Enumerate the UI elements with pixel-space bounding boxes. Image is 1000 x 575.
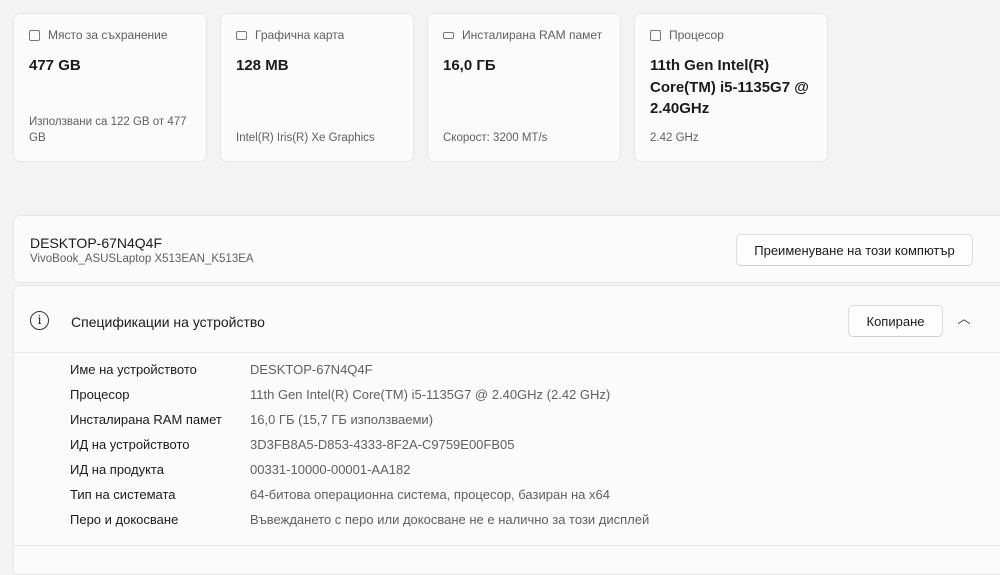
chevron-up-icon[interactable]: ︿ <box>954 308 974 328</box>
spec-value: 16,0 ГБ (15,7 ГБ използваеми) <box>250 412 434 427</box>
card-value: 11th Gen Intel(R) Core(TM) i5-1135G7 @ 2… <box>650 57 809 117</box>
specs-title: Спецификации на устройство <box>71 314 265 330</box>
spec-row: ИД на устройството 3D3FB8A5-D853-4333-8F2… <box>70 437 515 457</box>
spec-row: ИД на продукта 00331-10000-00001-AA182 <box>70 462 410 482</box>
card-subtitle: Скорост: 3200 MT/s <box>443 132 548 144</box>
spec-value: 11th Gen Intel(R) Core(TM) i5-1135G7 @ 2… <box>250 387 611 402</box>
card-subtitle: Използвани са 122 GB от 477 GB <box>29 116 187 144</box>
ram-card: Инсталирана RAM памет 16,0 ГБ Скорост: 3… <box>427 13 621 162</box>
spec-label: Процесор <box>70 387 130 402</box>
graphics-card-icon <box>236 30 247 40</box>
spec-row: Тип на системата 64-битова операционна си… <box>70 487 610 507</box>
card-title: Място за съхранение <box>48 28 168 42</box>
copy-button[interactable]: Копиране <box>848 305 943 337</box>
device-name-panel: DESKTOP-67N4Q4F VivoBook_ASUSLaptop X513… <box>13 215 1000 283</box>
spec-row: Инсталирана RAM памет 16,0 ГБ (15,7 ГБ из… <box>70 412 433 432</box>
ram-icon <box>443 31 454 39</box>
spec-value: 3D3FB8A5-D853-4333-8F2A-C9759E00FB05 <box>250 437 515 452</box>
card-subtitle: 2.42 GHz <box>650 132 699 144</box>
spec-label: ИД на устройството <box>70 437 190 452</box>
card-title: Инсталирана RAM памет <box>462 28 603 42</box>
spec-label: Инсталирана RAM памет <box>70 412 222 427</box>
processor-card: Процесор 11th Gen Intel(R) Core(TM) i5-1… <box>634 13 828 162</box>
spec-label: ИД на продукта <box>70 462 164 477</box>
rename-pc-button[interactable]: Преименуване на този компютър <box>736 234 973 266</box>
spec-row: Перо и докосване Въвеждането с перо или д… <box>70 512 649 532</box>
card-value: 128 MB <box>236 57 289 74</box>
spec-value: 00331-10000-00001-AA182 <box>250 462 411 477</box>
card-value: 477 GB <box>29 57 81 74</box>
card-subtitle: Intel(R) Iris(R) Xe Graphics <box>236 132 375 144</box>
spec-row: Процесор 11th Gen Intel(R) Core(TM) i5-11… <box>70 387 610 407</box>
processor-icon <box>650 29 661 41</box>
spec-value: Въвеждането с перо или докосване не е на… <box>250 512 650 527</box>
spec-label: Перо и докосване <box>70 512 179 527</box>
spec-label: Тип на системата <box>70 487 176 502</box>
graphics-card: Графична карта 128 MB Intel(R) Iris(R) X… <box>220 13 414 162</box>
card-title: Графична карта <box>255 28 345 42</box>
device-name: DESKTOP-67N4Q4F <box>30 235 163 251</box>
storage-icon <box>29 29 40 41</box>
spec-row: Име на устройството DESKTOP-67N4Q4F <box>70 362 373 382</box>
card-value: 16,0 ГБ <box>443 57 496 74</box>
next-panel <box>13 545 1000 575</box>
spec-label: Име на устройството <box>70 362 197 377</box>
spec-value: DESKTOP-67N4Q4F <box>250 362 373 377</box>
storage-card: Място за съхранение 477 GB Използвани са… <box>13 13 207 162</box>
card-title: Процесор <box>669 28 724 42</box>
specs-header[interactable]: i Спецификации на устройство Копиране ︿ <box>13 285 1000 353</box>
info-icon: i <box>30 311 49 330</box>
spec-value: 64-битова операционна система, процесор,… <box>250 487 610 502</box>
device-model: VivoBook_ASUSLaptop X513EAN_K513EA <box>30 253 254 265</box>
